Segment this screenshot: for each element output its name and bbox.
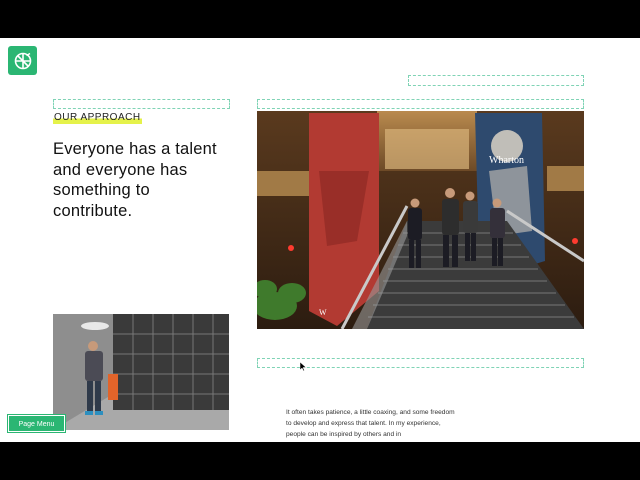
body-paragraph: It often takes patience, a little coaxin… [286,409,455,438]
hero-photo-staircase: Wharton W [257,111,584,329]
hero-bottom-placeholder [257,358,584,368]
mouse-pointer-icon [300,362,306,371]
banner-wordmark: Wharton [489,155,524,166]
section-headline: Everyone has a talent and everyone has s… [53,140,217,220]
screen: OUR APPROACH Everyone has a talent and e… [0,0,640,480]
section-eyebrow: OUR APPROACH [53,112,142,124]
banner-small-mark: W [319,308,327,317]
web-page: OUR APPROACH Everyone has a talent and e… [0,38,640,442]
lab-photo [53,314,229,430]
wharton-leaf-logo-icon [14,52,31,69]
page-menu-button[interactable]: Page Menu [8,415,65,432]
site-logo[interactable] [8,46,37,75]
hero-top-placeholder [257,99,584,109]
top-right-placeholder [408,75,584,86]
eyebrow-placeholder [53,99,230,109]
